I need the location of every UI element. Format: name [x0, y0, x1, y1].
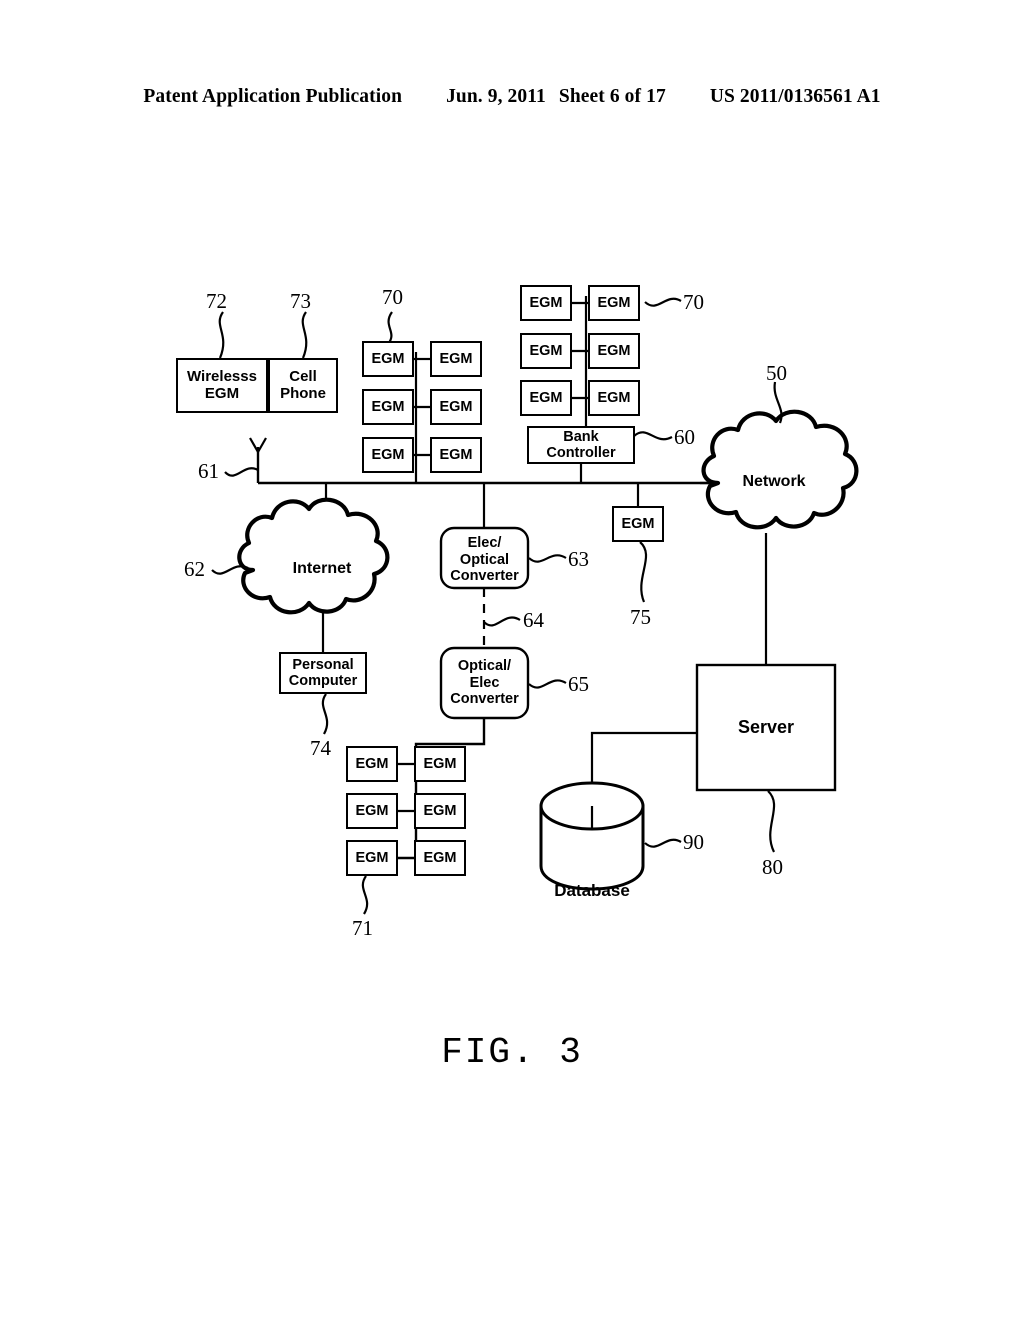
optical-elec-converter-label: Optical/ Elec Converter — [441, 658, 528, 708]
ref-75: 75 — [630, 605, 651, 629]
figure-caption: FIG. 3 — [441, 1032, 583, 1073]
network-cloud-shape — [701, 409, 859, 530]
egm-bank-left-r3c2: EGM — [430, 437, 482, 473]
egm-bank-bottom-r1c1: EGM — [346, 746, 398, 782]
cell-phone-label-line1: Cell — [289, 367, 317, 385]
ref-61: 61 — [198, 459, 219, 483]
egm-bank-right-r3c1: EGM — [520, 380, 572, 416]
personal-computer-label-line2: Computer — [288, 673, 358, 689]
leader-90 — [644, 838, 682, 848]
leader-70-right — [644, 297, 682, 307]
ref-73: 73 — [290, 289, 311, 313]
leader-61 — [224, 467, 259, 477]
antenna-arm-right — [257, 437, 267, 453]
leader-63 — [528, 554, 567, 563]
egm-bank-right-r3c2: EGM — [588, 380, 640, 416]
node-personal-computer: Personal Computer — [279, 652, 367, 694]
node-cell-phone: Cell Phone — [268, 358, 338, 413]
leader-75 — [639, 541, 648, 603]
ref-70-right: 70 — [683, 290, 704, 314]
egm-bank-bottom-r1c2: EGM — [414, 746, 466, 782]
optical-elec-converter-label-line1: Optical/ — [457, 658, 512, 674]
elec-optical-converter-label-line1: Elec/ — [467, 535, 502, 551]
ref-80: 80 — [762, 855, 783, 879]
leader-80 — [767, 790, 776, 853]
leader-65 — [528, 679, 567, 689]
wireless-egm-label-line2: EGM — [204, 384, 240, 402]
egm-bank-left-r1c2: EGM — [430, 341, 482, 377]
elec-optical-converter-label: Elec/ Optical Converter — [441, 535, 528, 585]
ref-71: 71 — [352, 916, 373, 940]
node-bank-controller: Bank Controller — [527, 426, 635, 464]
egm-bank-left-r2c2: EGM — [430, 389, 482, 425]
bank-controller-label-line1: Bank — [563, 428, 599, 445]
leader-70-left — [387, 311, 393, 345]
leader-60 — [633, 431, 673, 441]
network-cloud-label: Network — [742, 473, 806, 490]
egm-bank-left-r2c1: EGM — [362, 389, 414, 425]
internet-cloud-label: Internet — [292, 560, 352, 577]
egm-bank-right-r1c2: EGM — [588, 285, 640, 321]
leader-62 — [211, 565, 249, 575]
ref-60: 60 — [674, 425, 695, 449]
elec-optical-converter-label-line3: Converter — [450, 568, 519, 585]
cell-phone-label-line2: Phone — [280, 384, 326, 402]
bank-controller-label-line2: Controller — [546, 445, 616, 461]
ref-50: 50 — [766, 361, 787, 385]
node-wireless-egm: Wirelesss EGM — [176, 358, 268, 413]
ref-90: 90 — [683, 830, 704, 854]
egm-bank-left-r1c1: EGM — [362, 341, 414, 377]
ref-72: 72 — [206, 289, 227, 313]
leader-72 — [218, 311, 225, 359]
ref-74: 74 — [310, 736, 331, 760]
egm-bank-right-r2c2: EGM — [588, 333, 640, 369]
server-label: Server — [737, 717, 795, 737]
ref-63: 63 — [568, 547, 589, 571]
ref-65: 65 — [568, 672, 589, 696]
leader-64 — [483, 616, 521, 627]
egm-bank-right-r2c1: EGM — [520, 333, 572, 369]
optical-elec-converter-label-line2: Elec — [469, 674, 500, 691]
egm-bank-bottom-r3c2: EGM — [414, 840, 466, 876]
internet-cloud-shape — [237, 497, 390, 615]
wireless-egm-label-line1: Wirelesss — [187, 367, 257, 385]
elec-optical-converter-label-line2: Optical — [459, 551, 510, 568]
antenna-arm-left — [249, 437, 259, 453]
leader-74 — [321, 693, 329, 735]
egm-bank-left-r3c1: EGM — [362, 437, 414, 473]
node-egm-standalone: EGM — [612, 506, 664, 542]
egm-bank-bottom-r2c1: EGM — [346, 793, 398, 829]
ref-62: 62 — [184, 557, 205, 581]
egm-bank-bottom-r2c2: EGM — [414, 793, 466, 829]
optical-elec-converter-label-line3: Converter — [450, 691, 519, 708]
figure-drawing: Network Internet Database Server Elec/ O… — [0, 0, 1024, 1320]
leader-71 — [361, 875, 369, 915]
personal-computer-label-line1: Personal — [292, 656, 354, 673]
leader-73 — [301, 311, 308, 359]
ref-70-left: 70 — [382, 285, 403, 309]
ref-64: 64 — [523, 608, 544, 632]
database-label: Database — [554, 881, 630, 900]
egm-bank-right-r1c1: EGM — [520, 285, 572, 321]
egm-bank-bottom-r3c1: EGM — [346, 840, 398, 876]
